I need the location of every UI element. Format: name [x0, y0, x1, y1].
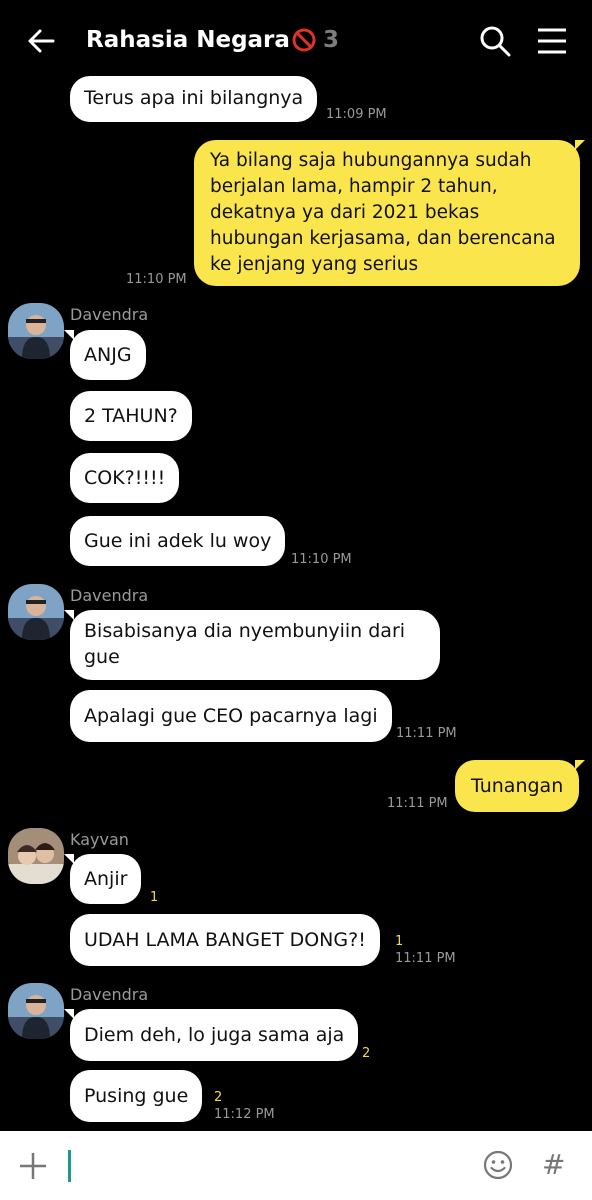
message-text: Bisabisanya dia nyembunyiin dari gue	[84, 620, 406, 668]
message-text: Ya bilang saja hubungannya sudah berjala…	[210, 150, 556, 275]
message-text: ANJG	[84, 344, 132, 366]
message-bubble[interactable]: Pusing gue	[70, 1070, 203, 1122]
hashtag-icon[interactable]: #	[542, 1148, 565, 1181]
plus-icon[interactable]	[18, 1151, 48, 1181]
message-bubble[interactable]: Diem deh, lo juga sama aja	[70, 1009, 359, 1061]
avatar-davendra[interactable]	[8, 303, 64, 359]
bubble-tail	[64, 610, 74, 620]
unread-count: 1	[395, 934, 404, 949]
message-bubble[interactable]: ANJG	[70, 330, 146, 380]
message-time: 11:11 PM	[396, 726, 457, 741]
unread-count: 1	[150, 890, 159, 905]
chat-title: Rahasia Negara	[86, 27, 290, 53]
avatar-image	[8, 584, 64, 640]
avatar-image	[8, 983, 64, 1039]
message-time: 11:09 PM	[326, 107, 387, 122]
message-text: UDAH LAMA BANGET DONG?!	[84, 929, 366, 951]
avatar-image	[8, 303, 64, 359]
sender-name: Kayvan	[70, 830, 129, 849]
message-text: Pusing gue	[84, 1085, 189, 1107]
message-text: Diem deh, lo juga sama aja	[84, 1024, 345, 1046]
message-text: COK?!!!!	[84, 467, 166, 489]
emoji-icon[interactable]	[482, 1149, 514, 1181]
chat-header: Rahasia Negara 3	[0, 0, 592, 80]
message-composer: #	[0, 1131, 592, 1200]
avatar-kayvan[interactable]	[8, 828, 64, 884]
message-bubble[interactable]: Gue ini adek lu woy	[70, 516, 286, 566]
message-bubble[interactable]: Anjir	[70, 854, 142, 904]
message-text: 2 TAHUN?	[84, 405, 178, 427]
bubble-tail	[575, 760, 585, 770]
bubble-tail	[64, 1009, 74, 1019]
message-bubble[interactable]: UDAH LAMA BANGET DONG?!	[70, 914, 380, 966]
sender-name: Davendra	[70, 985, 149, 1004]
back-arrow-icon[interactable]	[26, 26, 56, 56]
avatar-image	[8, 828, 64, 884]
message-time: 11:11 PM	[395, 951, 456, 966]
sender-name: Davendra	[70, 586, 149, 605]
message-text: Apalagi gue CEO pacarnya lagi	[84, 705, 378, 727]
member-count: 3	[322, 27, 339, 53]
unread-count: 2	[362, 1046, 371, 1061]
message-time: 11:10 PM	[291, 552, 352, 567]
bubble-tail	[64, 330, 74, 340]
message-text: Terus apa ini bilangnya	[84, 87, 304, 109]
avatar-davendra[interactable]	[8, 584, 64, 640]
message-text: Anjir	[84, 868, 128, 890]
sender-name: Davendra	[70, 305, 149, 324]
message-time: 11:10 PM	[126, 272, 187, 287]
bubble-tail	[575, 140, 585, 150]
prohibited-icon	[292, 28, 316, 52]
message-input[interactable]	[68, 1150, 71, 1182]
message-bubble[interactable]: Apalagi gue CEO pacarnya lagi	[70, 690, 392, 742]
message-bubble[interactable]: Terus apa ini bilangnya	[70, 76, 318, 122]
message-text: Gue ini adek lu woy	[84, 530, 272, 552]
message-bubble[interactable]: Tunangan	[455, 760, 580, 812]
message-bubble[interactable]: Ya bilang saja hubungannya sudah berjala…	[194, 140, 580, 286]
message-time: 11:11 PM	[387, 796, 448, 811]
message-time: 11:12 PM	[214, 1107, 275, 1122]
message-bubble[interactable]: 2 TAHUN?	[70, 391, 192, 441]
avatar-davendra[interactable]	[8, 983, 64, 1039]
search-icon[interactable]	[478, 24, 512, 58]
message-text: Tunangan	[471, 775, 564, 797]
message-bubble[interactable]: COK?!!!!	[70, 453, 180, 503]
unread-count: 2	[214, 1090, 223, 1105]
chat-title-group[interactable]: Rahasia Negara 3	[86, 22, 339, 58]
menu-icon[interactable]	[536, 26, 568, 56]
message-bubble[interactable]: Bisabisanya dia nyembunyiin dari gue	[70, 610, 440, 680]
bubble-tail	[64, 854, 74, 864]
